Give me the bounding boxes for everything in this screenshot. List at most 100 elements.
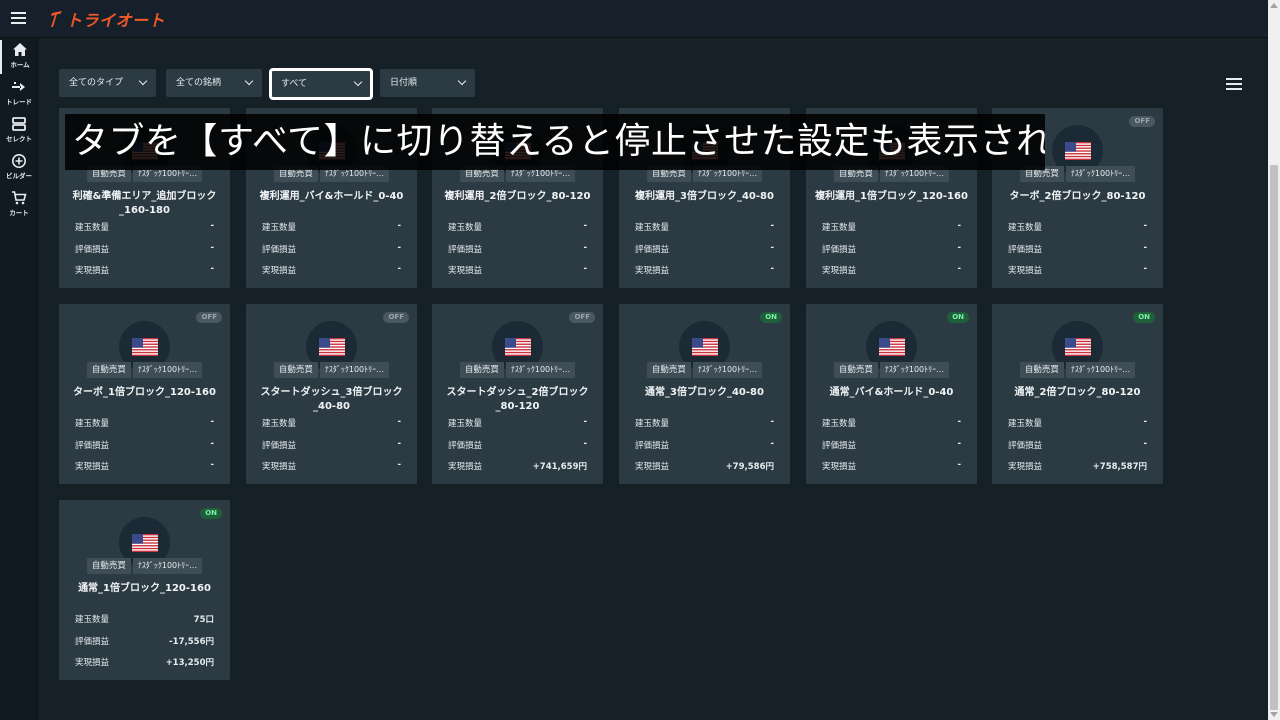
unrealized-value: - (957, 243, 961, 253)
unrealized-row: 評価損益 - (448, 439, 587, 451)
status-badge: OFF (196, 312, 222, 323)
symbol-tag: ﾅｽﾀﾞｯｸ100ﾄﾘｰ… (132, 362, 203, 378)
status-tab-value: すべて (281, 79, 308, 89)
sort-value: 日付順 (390, 78, 418, 88)
realized-row: 実現損益 +79,586円 (635, 460, 774, 472)
nav-item-trade[interactable]: トレード (0, 77, 38, 111)
realized-row: 実現損益 - (635, 264, 774, 276)
realized-label: 実現損益 (1008, 266, 1043, 276)
type-tag: 自動売買 (86, 362, 131, 378)
unrealized-value: - (583, 439, 587, 449)
type-filter-select[interactable]: 全てのタイプ (59, 69, 156, 97)
nav-item-select[interactable]: セレクト (0, 114, 38, 148)
positions-row: 建玉数量 - (262, 417, 401, 429)
positions-value: - (770, 417, 774, 427)
realized-value: - (397, 264, 401, 274)
unrealized-value: - (210, 439, 214, 449)
strategy-card[interactable]: ON 自動売買 ﾅｽﾀﾞｯｸ100ﾄﾘｰ… 通常_3倍ブロック_40-80 建玉数量 - 評… (619, 304, 790, 484)
us-flag-icon (504, 337, 531, 356)
card-title: 通常_1倍ブロック_120-160 (78, 583, 211, 594)
realized-value: - (770, 264, 774, 274)
positions-row: 建玉数量 - (448, 221, 587, 233)
realized-label: 実現損益 (75, 462, 110, 472)
card-title: ターボ_2倍ブロック_80-120 (1009, 191, 1146, 202)
nav-label-home: ホーム (10, 61, 30, 69)
positions-label: 建玉数量 (75, 419, 110, 429)
card-tags: 自動売買 ﾅｽﾀﾞｯｸ100ﾄﾘｰ… (59, 558, 230, 574)
us-flag-icon (691, 337, 718, 356)
nav-item-builder[interactable]: ビルダー (0, 151, 38, 185)
list-view-icon[interactable] (1226, 78, 1242, 90)
strategy-card[interactable]: OFF 自動売買 ﾅｽﾀﾞｯｸ100ﾄﾘｰ… スタートダッシュ_3倍ブロック_40-8… (246, 304, 417, 484)
nav-label-select: セレクト (6, 135, 32, 143)
card-tags: 自動売買 ﾅｽﾀﾞｯｸ100ﾄﾘｰ… (246, 362, 417, 378)
realized-row: 実現損益 - (75, 460, 214, 472)
positions-value: - (770, 221, 774, 231)
unrealized-row: 評価損益 - (822, 243, 961, 255)
scroll-up-arrow-icon[interactable] (1270, 3, 1278, 8)
status-tab-select[interactable]: すべて (269, 68, 373, 100)
nav-item-cart[interactable]: カート (0, 188, 38, 222)
positions-row: 建玉数量 - (635, 221, 774, 233)
card-title: 複利運用_バイ&ホールド_0-40 (259, 191, 404, 202)
positions-row: 建玉数量 - (262, 221, 401, 233)
unrealized-row: 評価損益 - (75, 439, 214, 451)
chevron-down-icon (457, 76, 467, 86)
type-filter-value: 全てのタイプ (69, 78, 124, 88)
unrealized-label: 評価損益 (75, 637, 110, 647)
realized-row: 実現損益 - (448, 264, 587, 276)
symbol-tag: ﾅｽﾀﾞｯｸ100ﾄﾘｰ… (879, 362, 950, 378)
us-flag-icon (1064, 141, 1091, 160)
symbol-tag: ﾅｽﾀﾞｯｸ100ﾄﾘｰ… (319, 362, 390, 378)
card-title: スタートダッシュ_3倍ブロック_40-80 (260, 387, 403, 412)
card-tags: 自動売買 ﾅｽﾀﾞｯｸ100ﾄﾘｰ… (806, 362, 977, 378)
positions-row: 建玉数量 - (75, 221, 214, 233)
app-logo[interactable]: トライオート (50, 8, 165, 30)
unrealized-label: 評価損益 (822, 245, 857, 255)
unrealized-label: 評価損益 (448, 245, 483, 255)
card-title: 複利運用_1倍ブロック_120-160 (815, 191, 968, 202)
positions-label: 建玉数量 (1008, 419, 1043, 429)
positions-value: - (210, 221, 214, 231)
realized-value: - (210, 460, 214, 470)
builder-icon (12, 154, 26, 168)
hamburger-menu-icon[interactable] (11, 12, 26, 25)
unrealized-row: 評価損益 - (448, 243, 587, 255)
realized-row: 実現損益 +741,659円 (448, 460, 587, 472)
realized-row: 実現損益 +13,250円 (75, 656, 214, 668)
card-title: ターボ_1倍ブロック_120-160 (73, 387, 216, 398)
symbol-tag: ﾅｽﾀﾞｯｸ100ﾄﾘｰ… (505, 362, 576, 378)
unrealized-value: - (210, 243, 214, 253)
realized-label: 実現損益 (1008, 462, 1043, 472)
strategy-card[interactable]: ON 自動売買 ﾅｽﾀﾞｯｸ100ﾄﾘｰ… 通常_1倍ブロック_120-160 建玉数量… (59, 500, 230, 680)
symbol-filter-select[interactable]: 全ての銘柄 (166, 69, 262, 97)
positions-label: 建玉数量 (262, 419, 297, 429)
status-badge: OFF (1129, 116, 1155, 127)
realized-label: 実現損益 (448, 266, 483, 276)
card-title: スタートダッシュ_2倍ブロック_80-120 (446, 387, 589, 412)
realized-value: - (957, 460, 961, 470)
strategy-card[interactable]: OFF 自動売買 ﾅｽﾀﾞｯｸ100ﾄﾘｰ… ターボ_1倍ブロック_120-160 建玉… (59, 304, 230, 484)
scroll-thumb[interactable] (1270, 165, 1278, 710)
select-icon (12, 117, 26, 131)
scroll-down-arrow-icon[interactable] (1270, 712, 1278, 717)
cart-icon (12, 191, 27, 205)
positions-value: - (397, 221, 401, 231)
strategy-card[interactable]: ON 自動売買 ﾅｽﾀﾞｯｸ100ﾄﾘｰ… 通常_バイ&ホールド_0-40 建玉数量 - 評… (806, 304, 977, 484)
unrealized-value: - (770, 439, 774, 449)
unrealized-label: 評価損益 (1008, 441, 1043, 451)
realized-label: 実現損益 (635, 266, 670, 276)
unrealized-label: 評価損益 (262, 441, 297, 451)
positions-value: - (1143, 417, 1147, 427)
strategy-card[interactable]: OFF 自動売買 ﾅｽﾀﾞｯｸ100ﾄﾘｰ… スタートダッシュ_2倍ブロック_80-1… (432, 304, 603, 484)
status-badge: OFF (383, 312, 409, 323)
strategy-card[interactable]: ON 自動売買 ﾅｽﾀﾞｯｸ100ﾄﾘｰ… 通常_2倍ブロック_80-120 建玉数量 -… (992, 304, 1163, 484)
vertical-scrollbar[interactable] (1268, 0, 1280, 720)
realized-label: 実現損益 (822, 462, 857, 472)
nav-item-home[interactable]: ホーム (0, 40, 38, 74)
sort-select[interactable]: 日付順 (380, 69, 475, 97)
realized-value: +741,659円 (532, 462, 587, 472)
unrealized-row: 評価損益 - (822, 439, 961, 451)
top-bar: トライオート (0, 0, 1268, 38)
trade-icon (12, 82, 25, 91)
